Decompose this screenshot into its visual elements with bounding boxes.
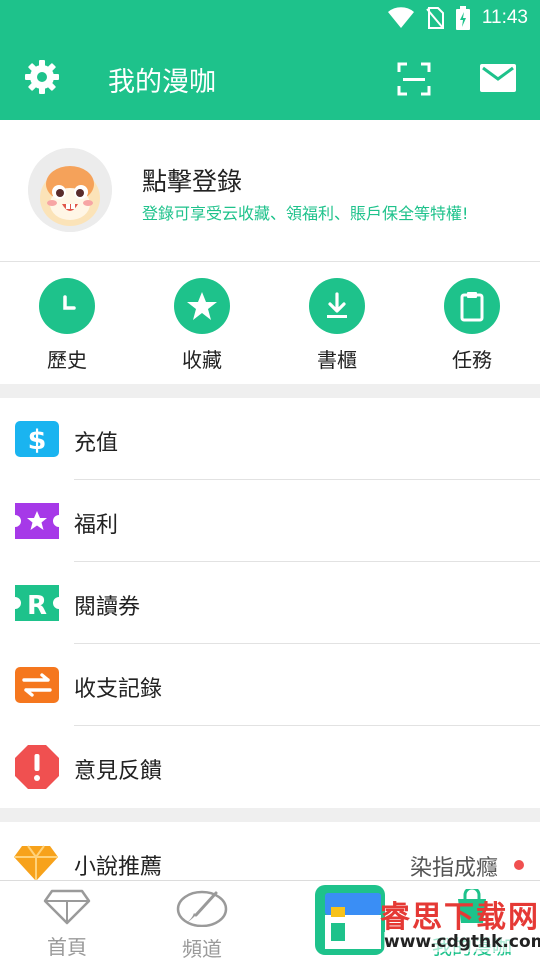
login-hint: 登錄可享受云收藏、領福利、賬戶保全等特權!	[142, 204, 469, 223]
tab-channel[interactable]: 頻道	[152, 889, 252, 960]
status-bar: 11:43	[0, 0, 540, 36]
quick-actions: 歷史 收藏 書櫃 任務	[0, 262, 540, 384]
notification-dot	[514, 860, 524, 870]
scan-icon[interactable]	[397, 62, 431, 96]
no-sim-icon	[426, 7, 444, 29]
hamster-avatar-icon	[28, 148, 112, 232]
clock-icon	[63, 295, 76, 310]
menu-item-welfare[interactable]: 福利	[0, 480, 540, 562]
quick-history-button[interactable]: 歷史	[17, 278, 117, 373]
quick-tasks-label: 任務	[452, 348, 492, 372]
profile-card[interactable]: 點擊登錄 登錄可享受云收藏、領福利、賬戶保全等特權!	[0, 120, 540, 262]
clipboard-icon	[460, 292, 484, 322]
quick-bookshelf-label: 書櫃	[317, 348, 357, 372]
alert-octagon-icon	[15, 745, 59, 789]
watermark-url: www.cdgthk.com	[384, 932, 540, 952]
diamond-outline-icon	[43, 889, 91, 925]
avatar[interactable]	[28, 148, 112, 232]
ticket-star-icon	[15, 503, 59, 539]
quick-bookshelf-button[interactable]: 書櫃	[287, 278, 387, 373]
mail-icon[interactable]	[480, 64, 516, 92]
menu-label-welfare: 福利	[74, 513, 119, 538]
wifi-icon	[387, 7, 414, 29]
brush-icon	[176, 890, 228, 928]
watermark: 睿思下载网 www.cdgthk.com	[298, 888, 540, 960]
novel-label: 小說推薦	[74, 855, 163, 880]
menu-label-recharge: 充值	[74, 431, 119, 456]
diamond-icon	[14, 845, 58, 881]
watermark-text: 睿思下载网	[380, 900, 540, 935]
quick-tasks-button[interactable]: 任務	[422, 278, 522, 373]
menu-label-feedback: 意見反饋	[74, 759, 163, 784]
quick-history-label: 歷史	[47, 348, 87, 372]
menu-label-transactions: 收支記錄	[74, 677, 163, 702]
quick-favorites-label: 收藏	[182, 348, 222, 372]
quick-favorites-button[interactable]: 收藏	[152, 278, 252, 373]
menu-item-transactions[interactable]: 收支記錄	[0, 644, 540, 726]
login-title[interactable]: 點擊登錄	[142, 162, 242, 198]
clock-time: 11:43	[481, 7, 528, 28]
menu-label-reading-coupon: 閱讀券	[74, 595, 141, 620]
menu-item-reading-coupon[interactable]: R 閱讀券	[0, 562, 540, 644]
novel-recommend-row[interactable]: 小說推薦 染指成癮	[0, 822, 540, 883]
menu-item-feedback[interactable]: 意見反饋	[0, 726, 540, 808]
menu-item-recharge[interactable]: $ 充值	[0, 398, 540, 480]
app-bar: 我的漫咖	[0, 36, 540, 120]
gear-icon[interactable]	[24, 59, 60, 95]
star-icon	[187, 292, 217, 320]
dollar-icon: $	[15, 421, 59, 457]
svg-text:$: $	[28, 425, 47, 456]
menu-list: $ 充值 福利 R 閱讀券 收支記錄 意見反饋	[0, 398, 540, 808]
page-title: 我的漫咖	[108, 67, 216, 98]
tab-home[interactable]: 首頁	[17, 889, 117, 960]
svg-text:R: R	[27, 591, 47, 621]
battery-charging-icon	[455, 6, 470, 30]
ticket-r-icon: R	[15, 585, 59, 621]
download-icon	[327, 292, 347, 318]
novel-recommend-title[interactable]: 染指成癮	[410, 850, 498, 882]
tab-home-label: 首頁	[47, 935, 87, 959]
transfer-icon	[15, 667, 59, 703]
tab-channel-label: 頻道	[182, 937, 222, 960]
